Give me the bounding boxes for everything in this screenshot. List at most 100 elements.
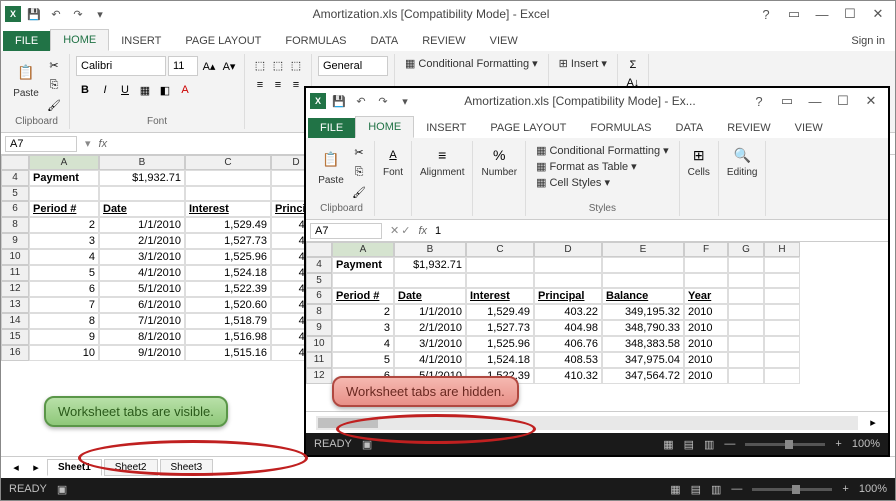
select-all-corner[interactable] xyxy=(1,155,29,170)
zoom-in-icon[interactable]: + xyxy=(835,438,841,450)
zoom-in-icon[interactable]: + xyxy=(842,483,848,495)
autosum-icon[interactable]: Σ xyxy=(624,56,642,74)
decrease-font-icon[interactable]: A▾ xyxy=(220,57,238,75)
insert-cells-button[interactable]: ⊞Insert▾ xyxy=(555,56,611,71)
row-header[interactable]: 9 xyxy=(1,233,29,249)
row-header[interactable]: 12 xyxy=(306,368,332,384)
tab-file[interactable]: FILE xyxy=(308,118,355,138)
align-top-icon[interactable]: ⬚ xyxy=(251,56,269,74)
select-all-corner[interactable] xyxy=(306,242,332,257)
enter-icon[interactable]: ✓ xyxy=(401,224,410,237)
tab-home[interactable]: HOME xyxy=(355,116,414,138)
qa-more-icon[interactable]: ▾ xyxy=(91,5,109,23)
view-pagebreak-icon[interactable]: ▥ xyxy=(711,483,721,496)
align-right-icon[interactable]: ≡ xyxy=(287,76,305,94)
close-icon[interactable]: ✕ xyxy=(858,91,884,111)
col-header[interactable]: D xyxy=(534,242,602,257)
col-header-b[interactable]: B xyxy=(99,155,185,170)
cell[interactable]: 1,529.49 xyxy=(185,217,271,233)
zoom-level[interactable]: 100% xyxy=(859,483,887,495)
qa-more-icon[interactable]: ▾ xyxy=(396,92,414,110)
fx-icon[interactable]: fx xyxy=(95,138,112,150)
cell[interactable]: 1,522.39 xyxy=(185,281,271,297)
font-color-icon[interactable]: A xyxy=(176,81,194,99)
cell[interactable]: 1,516.98 xyxy=(185,329,271,345)
row-header[interactable]: 14 xyxy=(1,313,29,329)
formula-input[interactable] xyxy=(431,224,888,238)
align-center-icon[interactable]: ≡ xyxy=(269,76,287,94)
cell[interactable]: $1,932.71 xyxy=(99,170,185,186)
cell[interactable]: 9 xyxy=(29,329,99,345)
zoom-slider[interactable] xyxy=(745,443,825,446)
cell[interactable]: 3/1/2010 xyxy=(99,249,185,265)
zoom-out-icon[interactable]: — xyxy=(724,438,735,450)
cell[interactable]: 10 xyxy=(29,345,99,361)
cell[interactable]: 8 xyxy=(29,313,99,329)
zoom-out-icon[interactable]: — xyxy=(731,483,742,495)
number-group-button[interactable]: %Number xyxy=(479,143,519,180)
row-header[interactable]: 10 xyxy=(306,336,332,352)
view-layout-icon[interactable]: ▤ xyxy=(684,438,694,451)
col-header[interactable]: E xyxy=(602,242,684,257)
underline-button[interactable]: U xyxy=(116,81,134,99)
border-icon[interactable]: ▦ xyxy=(136,81,154,99)
number-format-select[interactable]: General xyxy=(318,56,388,76)
row-header[interactable]: 8 xyxy=(306,304,332,320)
row-header[interactable]: 11 xyxy=(306,352,332,368)
cell[interactable]: 2/1/2010 xyxy=(99,233,185,249)
save-icon[interactable]: 💾 xyxy=(330,92,348,110)
row-header[interactable]: 12 xyxy=(1,281,29,297)
tab-page-layout[interactable]: PAGE LAYOUT xyxy=(173,31,273,51)
row-header[interactable]: 4 xyxy=(1,170,29,186)
align-middle-icon[interactable]: ⬚ xyxy=(269,56,287,74)
tab-formulas[interactable]: FORMULAS xyxy=(273,31,358,51)
align-bottom-icon[interactable]: ⬚ xyxy=(287,56,305,74)
col-header[interactable]: B xyxy=(394,242,466,257)
tab-review[interactable]: REVIEW xyxy=(410,31,477,51)
row-header[interactable]: 8 xyxy=(1,217,29,233)
zoom-level[interactable]: 100% xyxy=(852,438,880,450)
align-left-icon[interactable]: ≡ xyxy=(251,76,269,94)
format-painter-icon[interactable]: 🖌 xyxy=(350,183,368,201)
undo-icon[interactable]: ↶ xyxy=(47,5,65,23)
tab-page-layout[interactable]: PAGE LAYOUT xyxy=(478,118,578,138)
row-header[interactable]: 16 xyxy=(1,345,29,361)
undo-icon[interactable]: ↶ xyxy=(352,92,370,110)
view-normal-icon[interactable]: ▦ xyxy=(663,438,673,451)
tab-insert[interactable]: INSERT xyxy=(414,118,478,138)
help-icon[interactable]: ? xyxy=(753,4,779,24)
col-header-a[interactable]: A xyxy=(29,155,99,170)
close-icon[interactable]: ✕ xyxy=(865,4,891,24)
cell[interactable]: 6/1/2010 xyxy=(99,297,185,313)
cell[interactable]: 1,518.79 xyxy=(185,313,271,329)
tab-file[interactable]: FILE xyxy=(3,31,50,51)
tab-formulas[interactable]: FORMULAS xyxy=(578,118,663,138)
bold-button[interactable]: B xyxy=(76,81,94,99)
conditional-formatting-button[interactable]: ▦Conditional Formatting▾ xyxy=(401,56,542,71)
cell[interactable]: 1/1/2010 xyxy=(99,217,185,233)
help-icon[interactable]: ? xyxy=(746,91,772,111)
macro-record-icon[interactable]: ▣ xyxy=(57,483,67,496)
view-layout-icon[interactable]: ▤ xyxy=(691,483,701,496)
ribbon-toggle-icon[interactable]: ▭ xyxy=(774,91,800,111)
font-group-button[interactable]: AFont xyxy=(381,143,405,180)
cell[interactable]: 4 xyxy=(29,249,99,265)
row-header[interactable]: 6 xyxy=(1,201,29,217)
fill-color-icon[interactable]: ◧ xyxy=(156,81,174,99)
increase-font-icon[interactable]: A▴ xyxy=(200,57,218,75)
cell[interactable]: 9/1/2010 xyxy=(99,345,185,361)
cell[interactable]: Payment xyxy=(29,170,99,186)
redo-icon[interactable]: ↷ xyxy=(374,92,392,110)
col-header[interactable]: H xyxy=(764,242,800,257)
maximize-icon[interactable]: ☐ xyxy=(830,91,856,111)
cell[interactable]: 3 xyxy=(29,233,99,249)
save-icon[interactable]: 💾 xyxy=(25,5,43,23)
name-box[interactable] xyxy=(5,136,77,152)
fx-dropdown-icon[interactable]: ▾ xyxy=(85,137,91,150)
name-box[interactable] xyxy=(310,223,382,239)
copy-icon[interactable]: ⎘ xyxy=(350,163,368,181)
sign-in-link[interactable]: Sign in xyxy=(841,31,895,51)
cells-group-button[interactable]: ⊞Cells xyxy=(686,143,712,180)
cell-styles-button[interactable]: ▦Cell Styles▾ xyxy=(532,175,673,190)
tab-home[interactable]: HOME xyxy=(50,29,109,51)
